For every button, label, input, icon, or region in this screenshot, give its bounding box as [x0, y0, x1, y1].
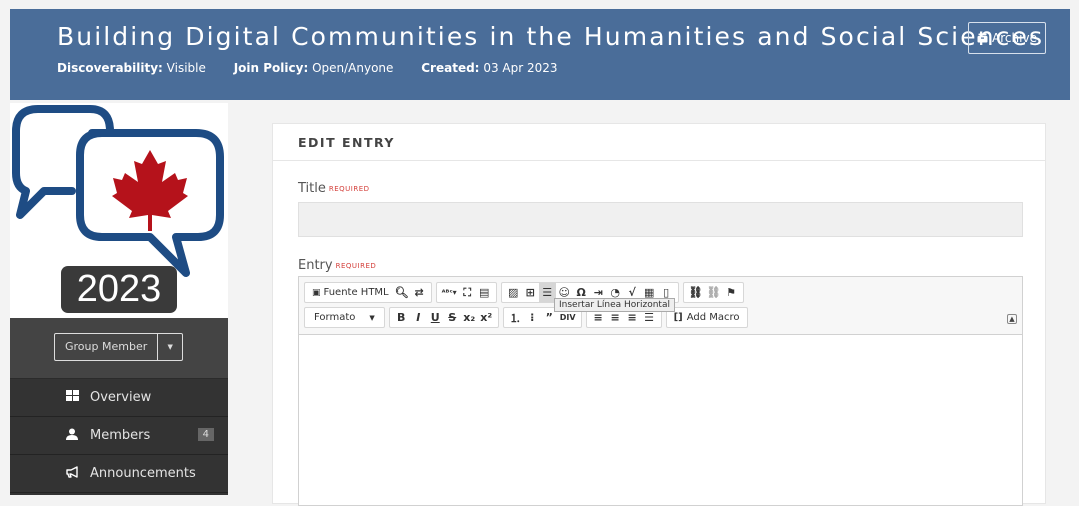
table-icon[interactable]: ⊞	[522, 283, 539, 302]
dropdown-arrow-icon: ▼	[369, 313, 375, 322]
sidebar-item-overview[interactable]: Overview	[10, 379, 228, 417]
sidebar-item-label: Announcements	[90, 466, 196, 481]
link-icon[interactable]: ⛓	[687, 283, 705, 302]
bold-icon[interactable]: B	[393, 308, 410, 327]
italic-icon[interactable]: I	[410, 308, 427, 327]
superscript-icon[interactable]: x²	[478, 308, 495, 327]
editor-content-area[interactable]	[299, 335, 1022, 505]
format-select[interactable]: Formato ▼	[308, 312, 381, 323]
meta-discoverability: Discoverability: Visible	[57, 61, 206, 75]
members-count-badge: 4	[197, 428, 214, 441]
bulleted-list-icon[interactable]: ⁝	[524, 308, 541, 327]
numbered-list-icon[interactable]: ⒈	[507, 308, 524, 327]
title-field-label: Title REQUIRED	[298, 181, 370, 196]
group-header: Building Digital Communities in the Huma…	[10, 9, 1070, 100]
archive-icon	[977, 33, 988, 43]
sidebar-item-label: Members	[90, 428, 151, 443]
meta-join-policy: Join Policy: Open/Anyone	[233, 61, 394, 75]
membership-area: Group Member ▼	[10, 318, 228, 379]
group-meta: Discoverability: Visible Join Policy: Op…	[57, 61, 582, 75]
maximize-icon[interactable]: ⛶	[459, 283, 476, 302]
source-icon: ▣	[312, 287, 321, 298]
archive-label: Archive	[992, 31, 1037, 45]
meta-created: Created: 03 Apr 2023	[421, 61, 558, 75]
sidebar-item-members[interactable]: Members 4	[10, 417, 228, 455]
editor-toolbar: ▣ Fuente HTML 🔍︎ ⇄ ᴬᴮᶜ▾ ⛶ ▤ ▨ ⊞ ☰ ☺ Ω ⇥ …	[299, 277, 1022, 335]
strikethrough-icon[interactable]: S	[444, 308, 461, 327]
rich-text-editor: ▣ Fuente HTML 🔍︎ ⇄ ᴬᴮᶜ▾ ⛶ ▤ ▨ ⊞ ☰ ☺ Ω ⇥ …	[298, 276, 1023, 506]
group-logo: 2023	[10, 103, 228, 318]
grid-icon	[66, 390, 90, 405]
archive-button[interactable]: Archive	[968, 22, 1046, 54]
toolbar-row-1: ▣ Fuente HTML 🔍︎ ⇄ ᴬᴮᶜ▾ ⛶ ▤ ▨ ⊞ ☰ ☺ Ω ⇥ …	[304, 282, 748, 303]
required-marker: REQUIRED	[328, 185, 370, 193]
group-member-label: Group Member	[55, 334, 159, 360]
unlink-icon[interactable]: ⛓	[705, 283, 723, 302]
show-blocks-icon[interactable]: ▤	[476, 283, 493, 302]
logo-year: 2023	[61, 266, 177, 313]
group-member-dropdown[interactable]: Group Member ▼	[54, 333, 184, 361]
toolbar-row-2: Formato ▼ B I U S x₂ x² ⒈ ⁝ ” DIV ≡ ≡ ≡ …	[304, 307, 752, 328]
add-macro-button[interactable]: [] Add Macro	[670, 308, 744, 327]
toolbar-tooltip: Insertar Línea Horizontal	[554, 298, 675, 312]
sidebar-item-label: Overview	[90, 390, 152, 405]
replace-icon[interactable]: ⇄	[411, 283, 428, 302]
image-icon[interactable]: ▨	[505, 283, 522, 302]
title-input[interactable]	[298, 202, 1023, 237]
bullhorn-icon	[66, 465, 90, 482]
required-marker: REQUIRED	[335, 262, 377, 270]
find-icon[interactable]: 🔍︎	[393, 283, 411, 302]
edit-entry-panel: EDIT ENTRY Title REQUIRED Entry REQUIRED ▣…	[272, 123, 1046, 506]
group-sidebar: Group Member ▼ Overview Members 4 Announ…	[10, 318, 228, 495]
group-title: Building Digital Communities in the Huma…	[57, 22, 1045, 51]
user-icon	[66, 428, 90, 444]
caret-down-icon[interactable]: ▼	[158, 334, 182, 360]
brackets-icon: []	[673, 312, 683, 323]
subscript-icon[interactable]: x₂	[461, 308, 478, 327]
panel-heading: EDIT ENTRY	[273, 124, 1045, 161]
anchor-flag-icon[interactable]: ⚑	[723, 283, 740, 302]
source-html-button[interactable]: ▣ Fuente HTML	[308, 283, 393, 302]
collapse-toolbar-icon[interactable]: ▲	[1007, 314, 1017, 324]
underline-icon[interactable]: U	[427, 308, 444, 327]
spellcheck-icon[interactable]: ᴬᴮᶜ▾	[440, 283, 459, 302]
sidebar-item-announcements[interactable]: Announcements	[10, 455, 228, 493]
entry-field-label: Entry REQUIRED	[298, 258, 377, 273]
